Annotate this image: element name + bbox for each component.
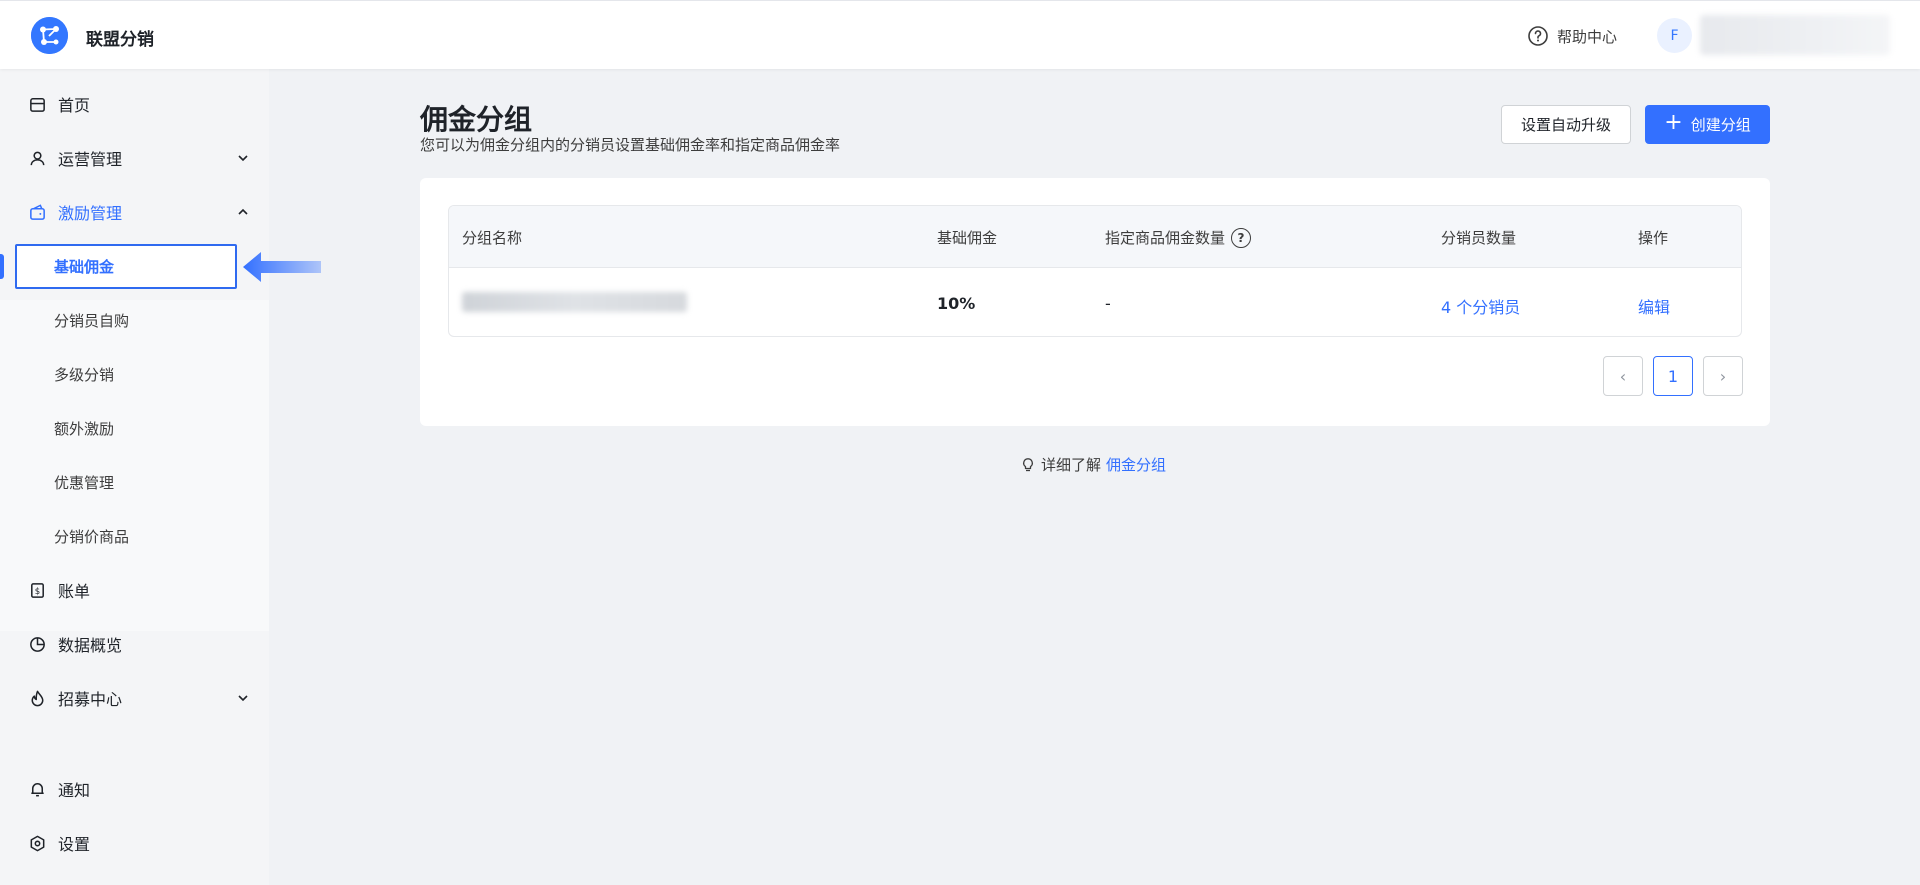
- sidebar-item-label: 首页: [58, 96, 91, 115]
- sidebar-item-notifications[interactable]: 通知: [0, 767, 269, 811]
- column-header-label: 指定商品佣金数量: [1105, 229, 1226, 247]
- create-group-label: 创建分组: [1690, 116, 1751, 134]
- auto-upgrade-button[interactable]: 设置自动升级: [1501, 105, 1631, 144]
- sidebar-item-settings[interactable]: 设置: [0, 821, 269, 865]
- pointer-arrow-icon: [243, 252, 321, 282]
- sidebar-item-data-overview[interactable]: 数据概览: [0, 622, 269, 666]
- settings-icon: [27, 833, 47, 853]
- table-row: 10% - 4 个分销员 编辑: [449, 268, 1741, 336]
- sidebar-item-home[interactable]: 首页: [0, 82, 269, 126]
- sidebar-item-label: 设置: [58, 835, 91, 854]
- commission-groups-table: 分组名称 基础佣金 指定商品佣金数量 ? 分销员数量 操作 10% - 4 个分…: [448, 205, 1742, 337]
- pagination-prev-button[interactable]: ‹: [1603, 356, 1643, 396]
- question-circle-icon[interactable]: ?: [1231, 227, 1252, 248]
- create-group-button[interactable]: + 创建分组: [1645, 105, 1770, 144]
- sidebar-item-bills[interactable]: $ 账单: [0, 568, 269, 612]
- learn-more-link[interactable]: 佣金分组: [1106, 454, 1166, 475]
- app-logo-icon[interactable]: [31, 17, 68, 54]
- page-title: 佣金分组: [420, 103, 533, 136]
- submenu-item-label: 优惠管理: [54, 473, 115, 492]
- chevron-down-icon: [238, 695, 248, 702]
- submenu-item-extra-incentive[interactable]: 额外激励: [0, 406, 269, 450]
- sidebar-item-label: 数据概览: [58, 636, 123, 655]
- submenu-item-label: 基础佣金: [54, 257, 115, 276]
- base-commission-cell: 10%: [937, 294, 976, 313]
- submenu-item-discount[interactable]: 优惠管理: [0, 460, 269, 504]
- question-circle-icon: [1528, 26, 1548, 46]
- fire-icon: [27, 688, 47, 708]
- sidebar-item-recruitment[interactable]: 招募中心: [0, 676, 269, 720]
- sidebar-item-label: 招募中心: [58, 690, 123, 709]
- column-header-base-commission: 基础佣金: [937, 229, 998, 247]
- bell-icon: [27, 779, 47, 799]
- submenu-item-label: 分销价商品: [54, 527, 130, 546]
- sidebar-item-label: 运营管理: [58, 150, 123, 169]
- wallet-icon: [27, 202, 47, 222]
- sidebar-item-incentives[interactable]: 激励管理: [0, 190, 269, 234]
- plus-icon: +: [1664, 110, 1683, 135]
- submenu-item-label: 分销员自购: [54, 311, 130, 330]
- edit-link[interactable]: 编辑: [1638, 294, 1670, 318]
- bill-icon: $: [27, 580, 47, 600]
- submenu-item-label: 多级分销: [54, 365, 115, 384]
- submenu-item-distribution-price-products[interactable]: 分销价商品: [0, 514, 269, 558]
- sidebar-item-label: 激励管理: [58, 204, 123, 223]
- submenu-item-multi-level[interactable]: 多级分销: [0, 352, 269, 396]
- column-header-group-name: 分组名称: [462, 229, 523, 247]
- submenu-item-self-purchase[interactable]: 分销员自购: [0, 298, 269, 342]
- chevron-down-icon: [238, 155, 248, 162]
- column-header-distributors: 分销员数量: [1441, 229, 1517, 247]
- submenu-item-base-commission[interactable]: 基础佣金: [0, 244, 269, 288]
- commission-groups-card: 分组名称 基础佣金 指定商品佣金数量 ? 分销员数量 操作 10% - 4 个分…: [420, 178, 1770, 426]
- column-header-specified-count: 指定商品佣金数量 ?: [1105, 227, 1252, 248]
- sidebar-item-label: 通知: [58, 781, 91, 800]
- svg-text:$: $: [34, 586, 39, 596]
- submenu-item-label: 额外激励: [54, 419, 115, 438]
- help-center-label: 帮助中心: [1557, 27, 1618, 46]
- specified-count-cell: -: [1105, 294, 1111, 313]
- lightbulb-icon: [1023, 457, 1033, 471]
- pie-chart-icon: [27, 634, 47, 654]
- pagination-next-button[interactable]: ›: [1703, 356, 1743, 396]
- user-info-redacted[interactable]: [1700, 15, 1890, 55]
- app-name: 联盟分销: [86, 30, 154, 50]
- avatar[interactable]: F: [1657, 18, 1692, 53]
- sidebar-item-operations[interactable]: 运营管理: [0, 136, 269, 180]
- distributors-link[interactable]: 4 个分销员: [1441, 294, 1520, 318]
- top-bar: 联盟分销 帮助中心 F: [0, 0, 1920, 69]
- chevron-up-icon: [238, 208, 248, 215]
- sidebar-item-label: 账单: [58, 582, 91, 601]
- column-header-actions: 操作: [1638, 229, 1669, 247]
- learn-more: 详细了解 佣金分组: [1020, 454, 1166, 475]
- store-icon: [27, 94, 47, 114]
- sidebar: 首页 运营管理 激励管理 基础佣金 分销员自购 多级分销 额外激励 优惠管理 分…: [0, 69, 321, 885]
- learn-more-prefix: 详细了解: [1041, 456, 1102, 474]
- user-icon: [27, 148, 47, 168]
- group-name-redacted: [462, 292, 687, 312]
- page-description: 您可以为佣金分组内的分销员设置基础佣金率和指定商品佣金率: [420, 136, 841, 154]
- help-center-link[interactable]: 帮助中心: [1527, 25, 1617, 47]
- table-header: 分组名称 基础佣金 指定商品佣金数量 ? 分销员数量 操作: [449, 206, 1741, 268]
- pagination-page-button[interactable]: 1: [1653, 356, 1693, 396]
